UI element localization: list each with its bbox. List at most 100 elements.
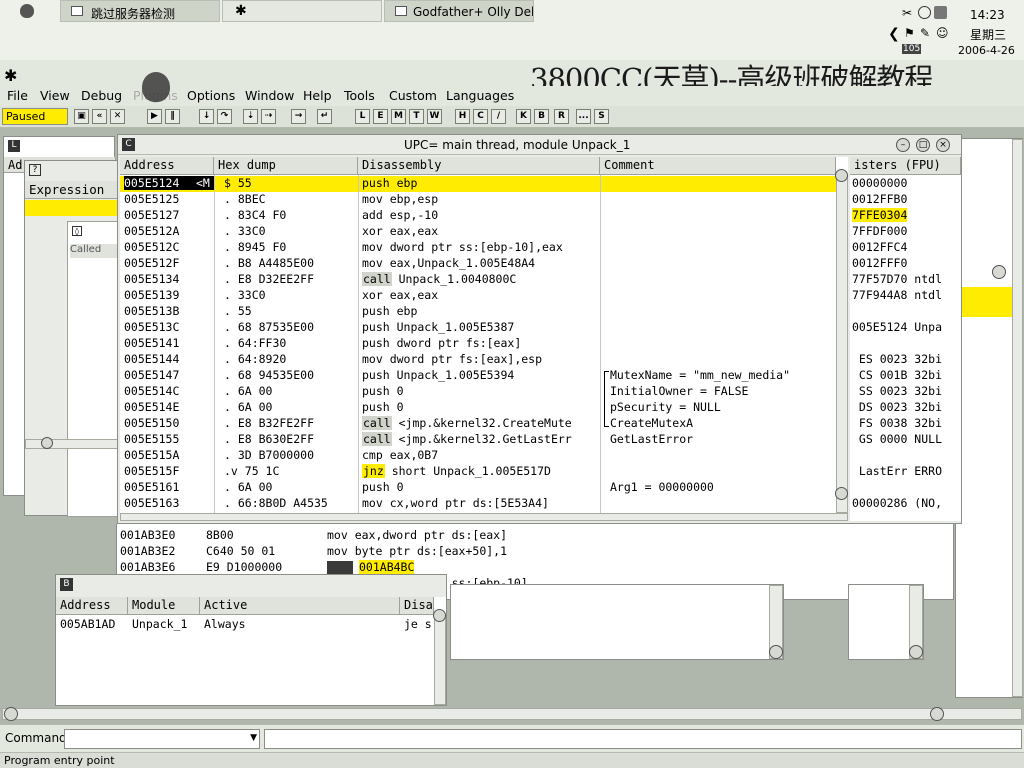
tray-volume-icon[interactable] — [918, 6, 931, 19]
scroll-knob-icon[interactable] — [909, 645, 923, 659]
disassembly-row[interactable]: 005E5139 . 33C0 xor eax,eax — [120, 288, 836, 304]
window-title-bar[interactable]: C UPC= main thread, module Unpack_1 – □ … — [118, 135, 961, 155]
scroll-knob-icon[interactable] — [433, 609, 446, 622]
toolbar-M[interactable]: M — [391, 109, 406, 124]
tray-arrow-icon[interactable]: ❮ — [888, 26, 900, 42]
right-middle-pane[interactable] — [450, 584, 784, 660]
register-row[interactable]: 77F57D70 ntdl — [852, 272, 942, 288]
disassembly-row[interactable]: 005E5147 . 68 94535E00 push Unpack_1.005E5… — [120, 368, 836, 384]
pause-icon[interactable]: ‖ — [165, 109, 180, 124]
background-log-window[interactable] — [955, 138, 1023, 698]
run-icon[interactable]: ▶ — [147, 109, 162, 124]
toolbar-E[interactable]: E — [373, 109, 388, 124]
menu-options[interactable]: Options — [187, 88, 235, 103]
register-row[interactable]: SS 0023 32bi — [852, 384, 942, 400]
minimize-icon[interactable]: – — [896, 138, 910, 152]
disassembly-pane[interactable]: Address Hex dump Disassembly Comment 005… — [120, 157, 848, 513]
disassembly-row[interactable]: 005E515A . 3D B7000000 cmp eax,0B7 — [120, 448, 836, 464]
task-ollydbg[interactable]: Godfather+ Olly Deb... — [384, 0, 534, 22]
tray-pin-icon[interactable]: ✎ — [920, 26, 930, 40]
hexdump-column-header[interactable]: Hex dump — [214, 157, 358, 175]
breakpoints-window[interactable]: B Address Module Active Disa 005AB1AD Un… — [55, 574, 447, 706]
restart-icon[interactable]: « — [92, 109, 107, 124]
disassembly-row[interactable]: 005E515F .v 75 1C jnz short Unpack_1.005E5… — [120, 464, 836, 480]
registers-header[interactable]: isters (FPU) — [850, 157, 961, 175]
apple-icon[interactable] — [20, 4, 34, 18]
disassembly-row[interactable]: 005E5150 . E8 B32FE2FF call <jmp.&kernel32… — [120, 416, 836, 432]
toolbar-L[interactable]: L — [355, 109, 370, 124]
register-row[interactable]: 00000286 (NO, — [852, 496, 942, 512]
disassembly-horizontal-scrollbar[interactable] — [120, 513, 848, 521]
register-row[interactable]: 00000000 — [852, 176, 907, 192]
window-title-bar[interactable]: B — [56, 575, 446, 595]
disassembly-vertical-scrollbar[interactable] — [836, 175, 848, 513]
disassembly-row[interactable]: 005E5134 . E8 D32EE2FF call Unpack_1.00408… — [120, 272, 836, 288]
disassembly-row[interactable]: 005E5127 . 83C4 F0 add esp,-10 — [120, 208, 836, 224]
scroll-up-knob-icon[interactable] — [835, 169, 848, 182]
dropdown-arrow-icon[interactable]: ▼ — [250, 733, 257, 743]
toolbar-R[interactable]: R — [554, 109, 569, 124]
disassembly-row[interactable]: 005E513B . 55 push ebp — [120, 304, 836, 320]
register-row[interactable]: FS 0038 32bi — [852, 416, 942, 432]
disassembly-row[interactable]: 005E512A . 33C0 xor eax,eax — [120, 224, 836, 240]
step-into-icon[interactable]: ↓ — [199, 109, 214, 124]
menu-file[interactable]: File — [7, 88, 28, 103]
register-row[interactable]: DS 0023 32bi — [852, 400, 942, 416]
scroll-right-knob-icon[interactable] — [930, 707, 944, 721]
tray-user-icon[interactable]: ☺ — [936, 26, 949, 40]
disassembly-row[interactable]: 005E5163 . 66:8B0D A4535 mov cx,word ptr d… — [120, 496, 836, 512]
toolbar-C[interactable]: C — [473, 109, 488, 124]
bp-module-header[interactable]: Module — [128, 597, 200, 615]
register-row[interactable]: 005E5124 Unpa — [852, 320, 942, 336]
menu-view[interactable]: View — [40, 88, 70, 103]
open-icon[interactable]: ▣ — [74, 109, 89, 124]
register-row[interactable]: 0012FFC4 — [852, 240, 907, 256]
toolbar-H[interactable]: H — [455, 109, 470, 124]
register-row[interactable]: 0012FFF0 — [852, 256, 907, 272]
toolbar-K[interactable]: K — [516, 109, 531, 124]
breakpoints-vertical-scrollbar[interactable] — [434, 615, 446, 705]
selected-expression-row[interactable] — [25, 200, 121, 216]
background-disassembly-row[interactable]: 001AB3E0 8B00 mov eax,dword ptr ds:[eax] — [117, 528, 557, 544]
clock-time[interactable]: 14:23 — [970, 8, 1005, 22]
menu-tools[interactable]: Tools — [344, 88, 375, 103]
register-row[interactable]: GS 0000 NULL — [852, 432, 942, 448]
watch-window[interactable]: ? Expression ◊ Called — [24, 160, 121, 517]
register-row[interactable]: CS 001B 32bi — [852, 368, 942, 384]
maximize-icon[interactable]: □ — [916, 138, 930, 152]
client-horizontal-scrollbar[interactable] — [2, 708, 1022, 720]
bp-active-header[interactable]: Active — [200, 597, 400, 615]
disassembly-row[interactable]: 005E512F . B8 A4485E00 mov eax,Unpack_1.00… — [120, 256, 836, 272]
ollydbg-app-icon[interactable]: ✱ — [4, 66, 17, 85]
scroll-left-knob-icon[interactable] — [4, 707, 18, 721]
goto-icon[interactable]: ↵ — [317, 109, 332, 124]
menu-languages[interactable]: Languages — [446, 88, 514, 103]
vertical-scrollbar[interactable] — [1012, 139, 1023, 697]
register-row[interactable]: 7FFE0304 — [852, 208, 908, 224]
step-over-icon[interactable]: ↷ — [217, 109, 232, 124]
register-row[interactable]: 0012FFB0 — [852, 192, 907, 208]
toolbar-S[interactable]: S — [594, 109, 609, 124]
comment-column-header[interactable]: Comment — [600, 157, 836, 175]
register-row[interactable]: ES 0023 32bi — [852, 352, 942, 368]
call-stack-window[interactable]: ◊ Called — [67, 221, 121, 517]
background-disassembly-row[interactable]: 001AB3E2 C640 50 01 mov byte ptr ds:[eax+5… — [117, 544, 557, 560]
toolbar-B[interactable]: B — [534, 109, 549, 124]
execute-till-return-icon[interactable]: → — [291, 109, 306, 124]
register-row[interactable]: LastErr ERRO — [852, 464, 942, 480]
disassembly-row[interactable]: 005E5155 . E8 B630E2FF call <jmp.&kernel32… — [120, 432, 836, 448]
disassembly-row[interactable]: 005E5125 . 8BEC mov ebp,esp — [120, 192, 836, 208]
task-tool[interactable]: ✱ — [222, 0, 382, 22]
breakpoint-row[interactable]: 005AB1AD Unpack_1 Always je s — [56, 617, 436, 633]
disassembly-row[interactable]: 005E5141 . 64:FF30 push dword ptr fs:[eax] — [120, 336, 836, 352]
scroll-knob-icon[interactable] — [769, 645, 783, 659]
toolbar-slash[interactable]: / — [491, 109, 506, 124]
right-registers-stub[interactable] — [848, 584, 924, 660]
trace-over-icon[interactable]: ⇢ — [261, 109, 276, 124]
cpu-window[interactable]: C UPC= main thread, module Unpack_1 – □ … — [117, 134, 962, 524]
disassembly-row[interactable]: 005E513C . 68 87535E00 push Unpack_1.005E5… — [120, 320, 836, 336]
register-row[interactable]: 7FFDF000 — [852, 224, 907, 240]
menu-debug[interactable]: Debug — [81, 88, 122, 103]
disassembly-column-header[interactable]: Disassembly — [358, 157, 600, 175]
disassembly-row[interactable]: 005E514C . 6A 00 push 0 InitialOwner = FALS… — [120, 384, 836, 400]
